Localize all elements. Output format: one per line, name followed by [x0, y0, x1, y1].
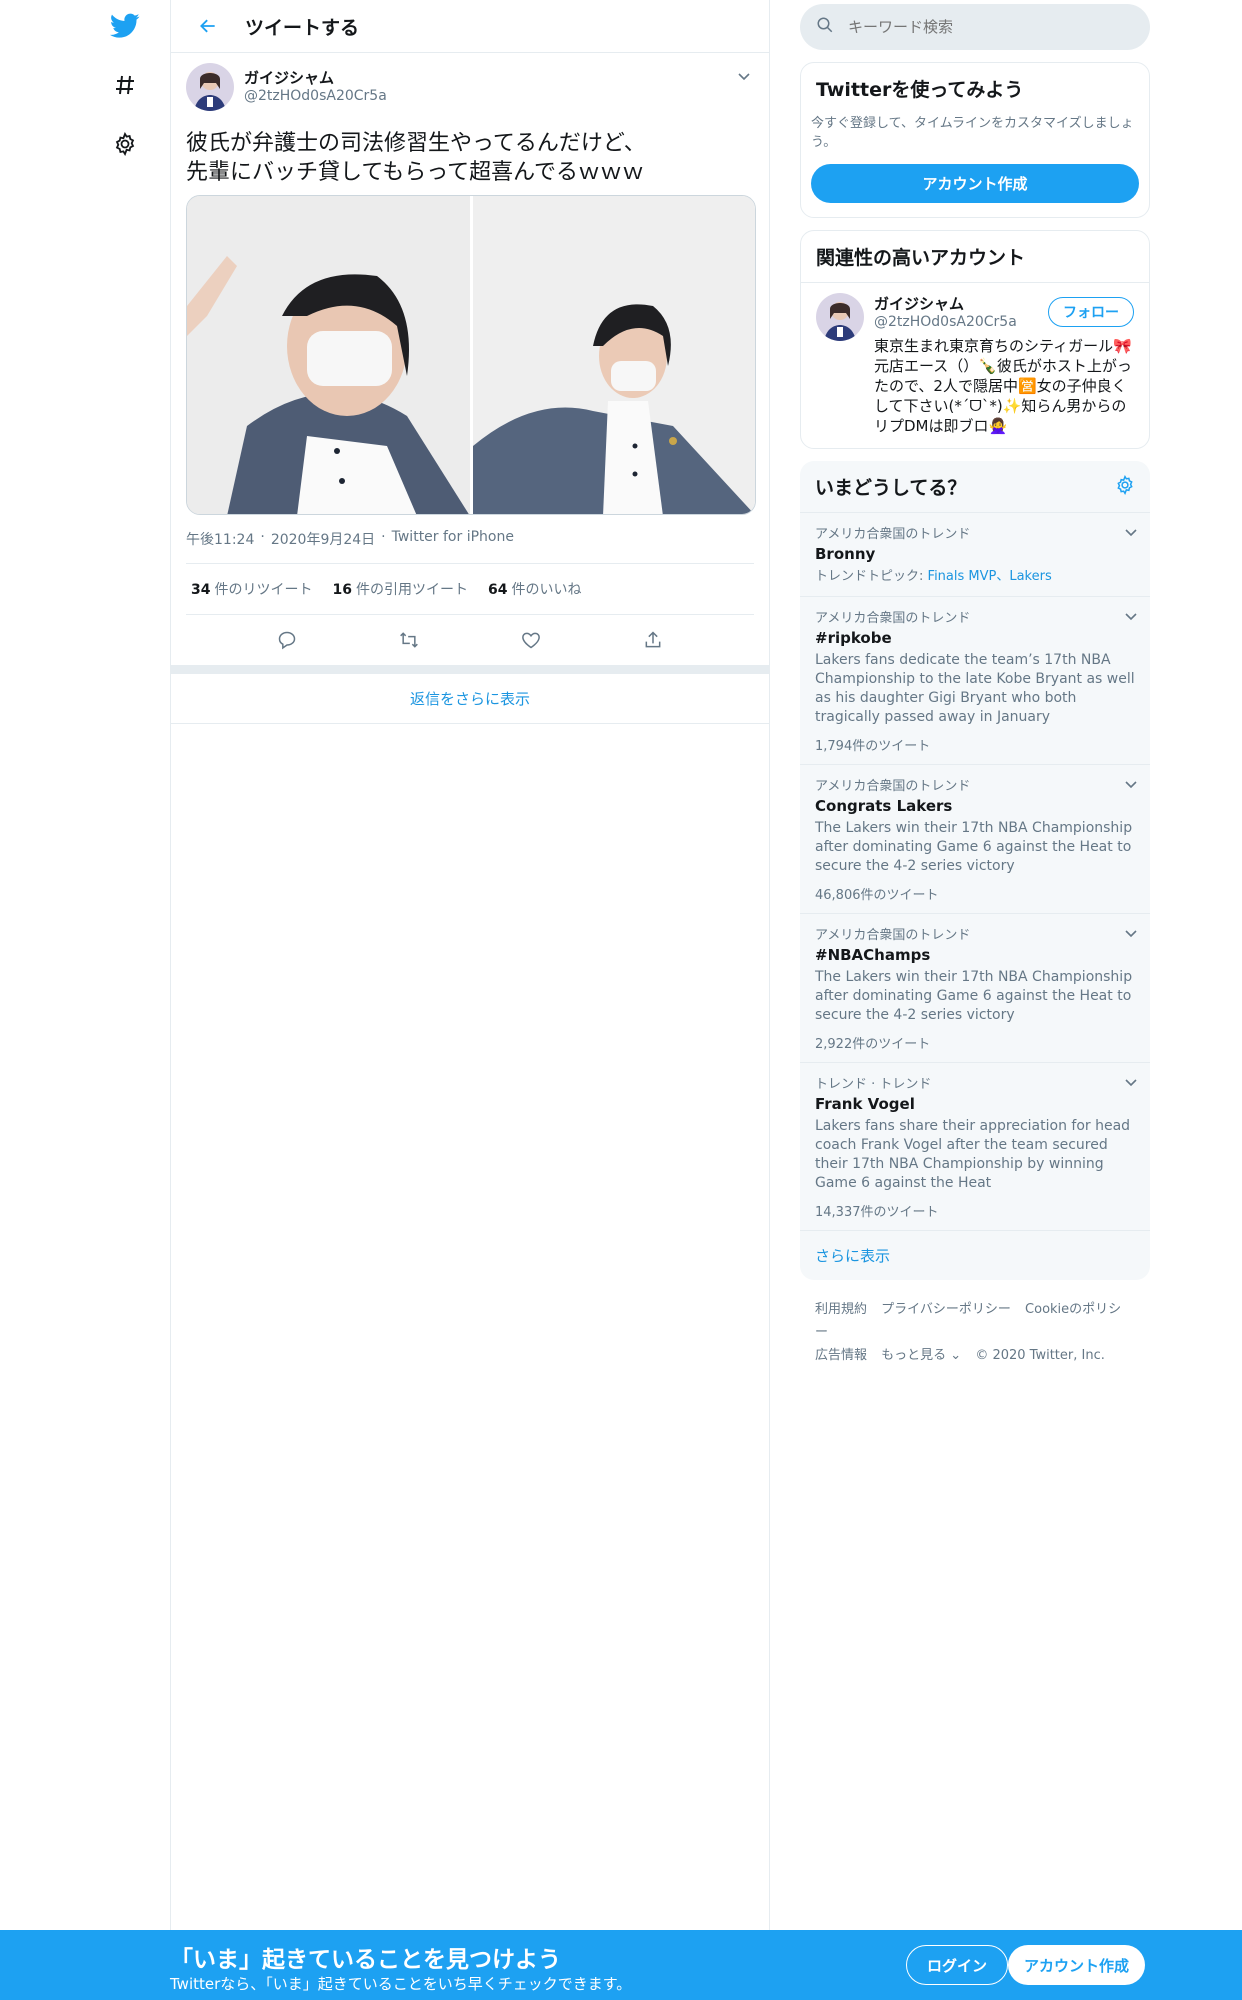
- show-more-replies-link[interactable]: 返信をさらに表示: [171, 674, 769, 724]
- trends-card: いまどうしてる？ アメリカ合衆国のトレンド Bronny トレンドトピック: F…: [800, 461, 1150, 1280]
- chevron-down-icon[interactable]: [1124, 523, 1138, 542]
- trend-item[interactable]: アメリカ合衆国のトレンド Bronny トレンドトピック: Finals MVP…: [800, 513, 1150, 597]
- tweet-text: 彼氏が弁護士の司法修習生やってるんだけど、 先輩にバッチ貸してもらって超喜んでる…: [186, 131, 646, 185]
- tweet-stats: 34 件のリツイート 16 件の引用ツイート 64 件のいいね: [186, 564, 754, 615]
- retweet-count[interactable]: 34 件のリツイート: [191, 579, 312, 599]
- trend-item[interactable]: アメリカ合衆国のトレンド #NBAChamps The Lakers win t…: [800, 914, 1150, 1063]
- tweet-meta: 午後11:24 · 2020年9月24日 · Twitter for iPhon…: [186, 529, 754, 564]
- hashtag-icon[interactable]: [110, 70, 140, 100]
- main-column: ツイートする ガイジシャム @2tzHOd0sA20Cr5a 彼氏が弁護士の司法…: [170, 0, 770, 1930]
- chevron-down-icon[interactable]: [1124, 1073, 1138, 1092]
- author-name[interactable]: ガイジシャム: [244, 69, 387, 87]
- trend-item[interactable]: トレンド · トレンド Frank Vogel Lakers fans shar…: [800, 1063, 1150, 1231]
- related-accounts-title: 関連性の高いアカウント: [801, 231, 1149, 283]
- bottom-banner: 「いま」起きていることを見つけよう Twitterなら、「いま」起きていることを…: [0, 1930, 1242, 2000]
- trend-topic-link[interactable]: Finals MVP、Lakers: [928, 569, 1052, 584]
- avatar[interactable]: [186, 63, 234, 111]
- trends-title: いまどうしてる？: [815, 477, 967, 499]
- share-icon[interactable]: [638, 625, 668, 655]
- chevron-down-icon[interactable]: [1124, 607, 1138, 626]
- signup-card: Twitterを使ってみよう 今すぐ登録して、タイムラインをカスタマイズしましょ…: [800, 62, 1150, 218]
- trend-item[interactable]: アメリカ合衆国のトレンド #ripkobe Lakers fans dedica…: [800, 597, 1150, 765]
- footer-links: 利用規約 プライバシーポリシー Cookieのポリシー 広告情報 もっと見る ⌄…: [800, 1298, 1150, 1367]
- search-icon: [816, 16, 834, 38]
- signup-card-title: Twitterを使ってみよう: [816, 79, 1024, 101]
- twitter-logo-icon[interactable]: [110, 11, 140, 41]
- banner-title: 「いま」起きていることを見つけよう: [170, 1947, 561, 1973]
- author-handle[interactable]: @2tzHOd0sA20Cr5a: [244, 87, 387, 105]
- footer-link[interactable]: もっと見る ⌄: [881, 1348, 961, 1363]
- footer-link[interactable]: 広告情報: [815, 1348, 867, 1363]
- page-title: ツイートする: [245, 16, 360, 39]
- tweet-media[interactable]: [186, 195, 756, 515]
- related-accounts-card: 関連性の高いアカウント ガイジシャム @2tzHOd0sA20Cr5a 東京生ま…: [800, 230, 1150, 449]
- related-account[interactable]: ガイジシャム @2tzHOd0sA20Cr5a 東京生まれ東京育ちのシティガール…: [801, 283, 1149, 448]
- gear-icon[interactable]: [1115, 474, 1135, 499]
- signup-button[interactable]: アカウント作成: [1008, 1945, 1146, 1985]
- back-arrow-icon[interactable]: [193, 11, 223, 41]
- reply-icon[interactable]: [272, 625, 302, 655]
- heart-icon[interactable]: [516, 625, 546, 655]
- follow-button[interactable]: フォロー: [1048, 297, 1134, 327]
- tweet-photo[interactable]: [471, 196, 755, 514]
- footer-link[interactable]: プライバシーポリシー: [881, 1302, 1011, 1317]
- search-input[interactable]: [848, 18, 1108, 36]
- login-button[interactable]: ログイン: [906, 1945, 1009, 1985]
- trend-item[interactable]: アメリカ合衆国のトレンド Congrats Lakers The Lakers …: [800, 765, 1150, 914]
- like-count[interactable]: 64 件のいいね: [488, 579, 581, 599]
- related-account-bio: 東京生まれ東京育ちのシティガール🎀元店エース（）🍾彼氏がホスト上がったので、2人…: [874, 337, 1132, 435]
- tweet-time[interactable]: 午後11:24: [186, 529, 254, 549]
- banner-subtitle: Twitterなら、「いま」起きていることをいち早くチェックできます。: [170, 1975, 632, 1993]
- chevron-down-icon[interactable]: [734, 67, 754, 87]
- gear-icon[interactable]: [110, 129, 140, 159]
- tweet-actions: [186, 615, 754, 665]
- right-sidebar: Twitterを使ってみよう 今すぐ登録して、タイムラインをカスタマイズしましょ…: [800, 4, 1150, 1367]
- tweet-photo[interactable]: [187, 196, 471, 514]
- tweet-source[interactable]: Twitter for iPhone: [392, 529, 514, 549]
- tweet-date[interactable]: 2020年9月24日: [271, 529, 375, 549]
- header: ツイートする: [171, 0, 769, 53]
- divider: [171, 665, 769, 674]
- tweet: ガイジシャム @2tzHOd0sA20Cr5a 彼氏が弁護士の司法修習生やってる…: [171, 53, 769, 665]
- chevron-down-icon[interactable]: [1124, 775, 1138, 794]
- avatar[interactable]: [816, 293, 864, 341]
- copyright: © 2020 Twitter, Inc.: [975, 1348, 1105, 1363]
- quote-count[interactable]: 16 件の引用ツイート: [332, 579, 467, 599]
- footer-link[interactable]: 利用規約: [815, 1302, 867, 1317]
- search-box[interactable]: [800, 4, 1150, 50]
- create-account-button[interactable]: アカウント作成: [811, 164, 1139, 203]
- signup-card-desc: 今すぐ登録して、タイムラインをカスタマイズしましょう。: [811, 116, 1134, 150]
- show-more-trends-link[interactable]: さらに表示: [800, 1231, 1150, 1280]
- chevron-down-icon[interactable]: [1124, 924, 1138, 943]
- retweet-icon[interactable]: [394, 625, 424, 655]
